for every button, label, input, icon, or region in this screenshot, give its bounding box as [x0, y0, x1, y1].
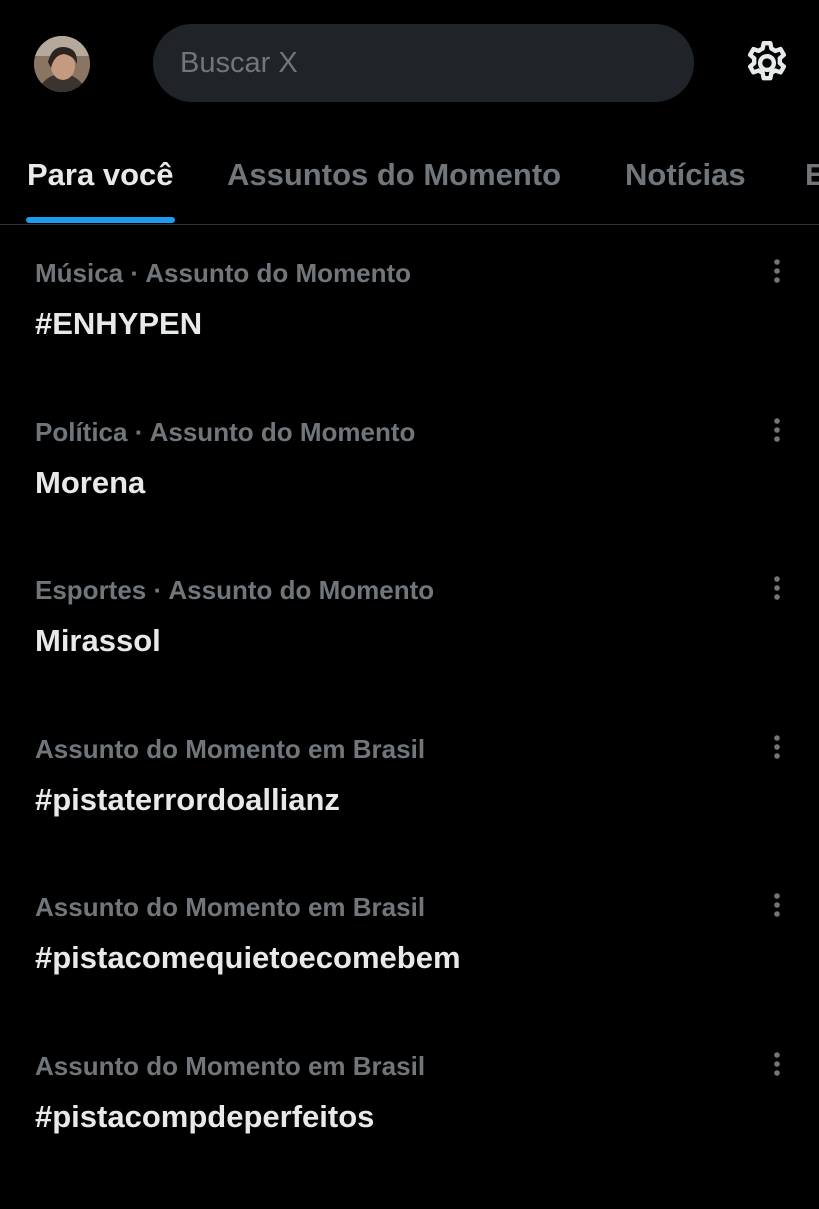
tab-para-voce[interactable]: Para você — [27, 157, 174, 193]
trend-name: #pistacomequietoecomebem — [35, 940, 461, 975]
more-vertical-icon[interactable] — [762, 413, 792, 453]
trend-name: #pistaterrordoallianz — [35, 782, 340, 817]
trend-item[interactable]: Música · Assunto do Momento #ENHYPEN — [0, 258, 819, 416]
tab-partial[interactable]: E — [805, 157, 819, 193]
trend-name: #ENHYPEN — [35, 306, 203, 341]
avatar-image — [34, 36, 90, 92]
avatar[interactable] — [34, 36, 90, 92]
trend-item[interactable]: Assunto do Momento em Brasil #pistaterro… — [0, 734, 819, 892]
trend-context: Música · Assunto do Momento — [35, 258, 412, 288]
trend-item[interactable]: Política · Assunto do Momento Morena — [0, 417, 819, 575]
top-bar — [0, 0, 819, 130]
active-tab-indicator — [26, 217, 175, 223]
trend-item[interactable]: Assunto do Momento em Brasil #pistacomeq… — [0, 892, 819, 1050]
trend-context: Esportes · Assunto do Momento — [35, 575, 435, 605]
more-vertical-icon[interactable] — [762, 571, 792, 611]
trend-context: Política · Assunto do Momento — [35, 417, 416, 447]
tab-bar: Para você Assuntos do Momento Notícias E — [0, 130, 819, 225]
trend-item[interactable]: Esportes · Assunto do Momento Mirassol — [0, 575, 819, 733]
search-bar[interactable] — [153, 24, 694, 102]
trend-name: Morena — [35, 465, 146, 500]
more-vertical-icon[interactable] — [762, 254, 792, 294]
trend-context: Assunto do Momento em Brasil — [35, 734, 426, 764]
trend-context: Assunto do Momento em Brasil — [35, 892, 426, 922]
trend-item[interactable]: Assunto do Momento em Brasil #pistacompd… — [0, 1051, 819, 1209]
more-vertical-icon[interactable] — [762, 888, 792, 928]
trend-name: Mirassol — [35, 623, 161, 658]
trend-name: #pistacompdeperfeitos — [35, 1099, 375, 1134]
more-vertical-icon[interactable] — [762, 1047, 792, 1087]
more-vertical-icon[interactable] — [762, 730, 792, 770]
trend-context: Assunto do Momento em Brasil — [35, 1051, 426, 1081]
tab-assuntos-do-momento[interactable]: Assuntos do Momento — [227, 157, 561, 193]
gear-icon[interactable] — [742, 38, 792, 88]
tab-noticias[interactable]: Notícias — [625, 157, 746, 193]
search-input[interactable] — [180, 46, 694, 80]
